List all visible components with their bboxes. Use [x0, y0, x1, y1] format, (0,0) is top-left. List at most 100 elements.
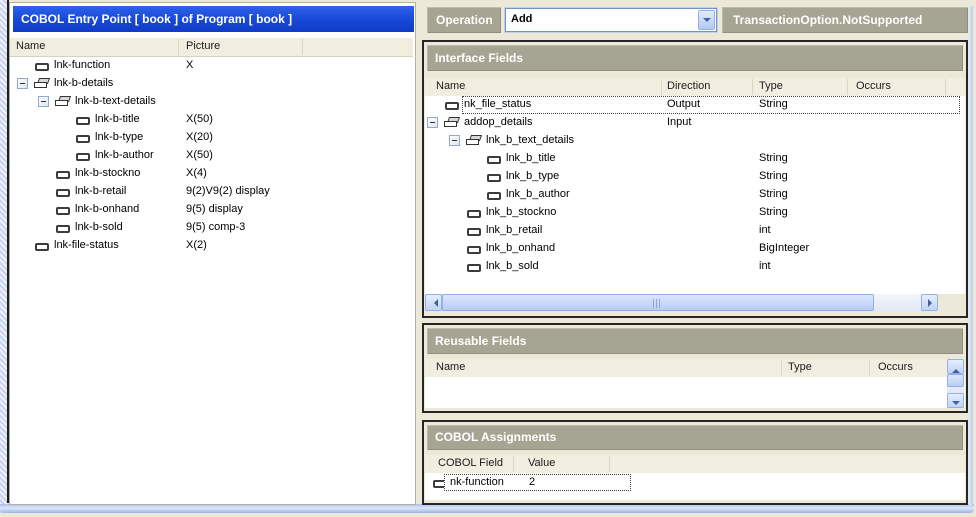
tree-row[interactable]: lnk_b_author String [425, 186, 965, 204]
field-icon [76, 135, 90, 143]
collapse-toggle-icon[interactable] [17, 78, 28, 89]
scroll-right-button[interactable] [921, 294, 938, 311]
tree-row[interactable]: lnk_b_text_details [425, 132, 965, 150]
cobol-column-header: COBOL Field Value [425, 455, 965, 474]
tree-row[interactable]: lnk-b-text-details [10, 93, 413, 111]
cell-picture: 9(2)V9(2) display [186, 185, 270, 197]
column-type[interactable]: Type [759, 80, 783, 92]
scrollbar-thumb[interactable] [442, 294, 874, 311]
tree-row[interactable]: lnk_b_onhand BigInteger [425, 240, 965, 258]
collapse-toggle-icon[interactable] [38, 96, 49, 107]
cell-type: String [759, 152, 788, 164]
column-separator[interactable] [847, 79, 848, 95]
section-title: Reusable Fields [427, 328, 963, 354]
cell-picture: X(50) [186, 149, 213, 161]
field-name-label: lnk_b_sold [486, 260, 539, 272]
field-icon [445, 102, 459, 110]
assignment-value[interactable]: 2 [529, 476, 535, 488]
column-occurs[interactable]: Occurs [878, 361, 913, 373]
scroll-left-button[interactable] [425, 294, 442, 311]
field-name-label: lnk-b-type [95, 131, 143, 143]
column-separator[interactable] [781, 360, 782, 376]
cell-picture: X(50) [186, 113, 213, 125]
assignment-focus-box[interactable]: nk-function 2 [444, 474, 631, 491]
tree-row[interactable]: lnk-b-authorX(50) [10, 147, 413, 165]
assignment-row[interactable]: nk-function 2 [425, 473, 965, 491]
group-field-icon [444, 117, 460, 128]
cell-type: String [759, 170, 788, 182]
field-name-label: lnk-b-stockno [75, 167, 140, 179]
tree-row[interactable]: lnk-b-details [10, 75, 413, 93]
cell-type: String [759, 188, 788, 200]
column-name[interactable]: Name [16, 40, 45, 52]
column-separator[interactable] [178, 39, 179, 55]
field-name-label: nk_file_status [464, 98, 531, 110]
scroll-down-button[interactable] [947, 393, 964, 408]
cobol-assignments-list: nk-function 2 [425, 473, 965, 500]
column-separator[interactable] [752, 79, 753, 95]
section-title: COBOL Assignments [427, 425, 963, 450]
tree-row[interactable]: lnk_b_typeString [425, 168, 965, 186]
tree-row[interactable]: lnk-b-sold9(5) comp-3 [10, 219, 413, 237]
field-icon [56, 189, 70, 197]
tree-row[interactable]: lnk-b-typeX(20) [10, 129, 413, 147]
column-value[interactable]: Value [528, 457, 555, 469]
column-separator[interactable] [609, 456, 610, 472]
column-separator[interactable] [661, 79, 662, 95]
cell-picture: X(2) [186, 239, 207, 251]
tree-row[interactable]: lnk-b-titleX(50) [10, 111, 413, 129]
column-type[interactable]: Type [788, 361, 812, 373]
tree-row[interactable]: lnk-b-stocknoX(4) [10, 165, 413, 183]
column-cobol-field[interactable]: COBOL Field [438, 457, 503, 469]
operation-label: Operation [427, 7, 501, 33]
column-separator[interactable] [513, 456, 514, 472]
scroll-up-button[interactable] [947, 359, 964, 374]
tree-row[interactable]: lnk-b-onhand9(5) display [10, 201, 413, 219]
tree-row[interactable]: lnk_b_titleString [425, 150, 965, 168]
field-name-label: lnk_b_onhand [486, 242, 555, 254]
panel-title: COBOL Entry Point [ book ] of Program [ … [13, 6, 414, 32]
column-occurs[interactable]: Occurs [856, 80, 891, 92]
scrollbar-thumb[interactable] [947, 374, 964, 387]
group-field-icon [34, 78, 50, 89]
tree-row[interactable]: lnk_b_retailint [425, 222, 965, 240]
cell-type: String [759, 206, 788, 218]
column-name[interactable]: Name [436, 361, 465, 373]
column-separator[interactable] [869, 360, 870, 376]
tree-row[interactable]: nk_file_statusOutputString [425, 96, 965, 114]
tree-row[interactable]: lnk_b_stockno String [425, 204, 965, 222]
field-icon [487, 174, 501, 182]
cell-picture: X [186, 59, 193, 71]
tree-row[interactable]: lnk_b_soldint [425, 258, 965, 276]
field-icon [35, 243, 49, 251]
column-separator[interactable] [945, 79, 946, 95]
assignment-field[interactable]: nk-function [450, 476, 504, 488]
column-picture[interactable]: Picture [186, 40, 220, 52]
tree-row[interactable]: lnk-functionX [10, 57, 413, 75]
collapse-toggle-icon[interactable] [427, 117, 438, 128]
cell-type: int [759, 224, 771, 236]
collapse-toggle-icon[interactable] [449, 135, 460, 146]
field-name-label: lnk_b_stockno [486, 206, 556, 218]
tree-row[interactable]: lnk-file-statusX(2) [10, 237, 413, 255]
cell-direction: Input [667, 116, 691, 128]
selection-focus-rect [462, 96, 960, 114]
field-name-label: lnk_b_author [506, 188, 570, 200]
field-icon [56, 225, 70, 233]
vertical-scrollbar[interactable] [947, 359, 964, 408]
field-icon [467, 210, 481, 218]
window-right-frame [969, 6, 973, 506]
cell-type: BigInteger [759, 242, 809, 254]
operation-dropdown[interactable]: Add [505, 8, 717, 32]
tree-row[interactable]: addop_detailsInput [425, 114, 965, 132]
reusable-fields-section: Reusable Fields Name Type Occurs [422, 323, 968, 413]
tree-row[interactable]: lnk-b-retail9(2)V9(2) display [10, 183, 413, 201]
group-field-icon [55, 96, 71, 107]
column-separator[interactable] [302, 39, 303, 55]
chevron-down-icon[interactable] [698, 10, 715, 30]
column-name[interactable]: Name [436, 80, 465, 92]
section-title: Interface Fields [427, 45, 963, 71]
column-direction[interactable]: Direction [667, 80, 710, 92]
interface-fields-tree: nk_file_statusOutputStringaddop_detailsI… [425, 96, 965, 294]
horizontal-scrollbar[interactable] [425, 294, 965, 311]
